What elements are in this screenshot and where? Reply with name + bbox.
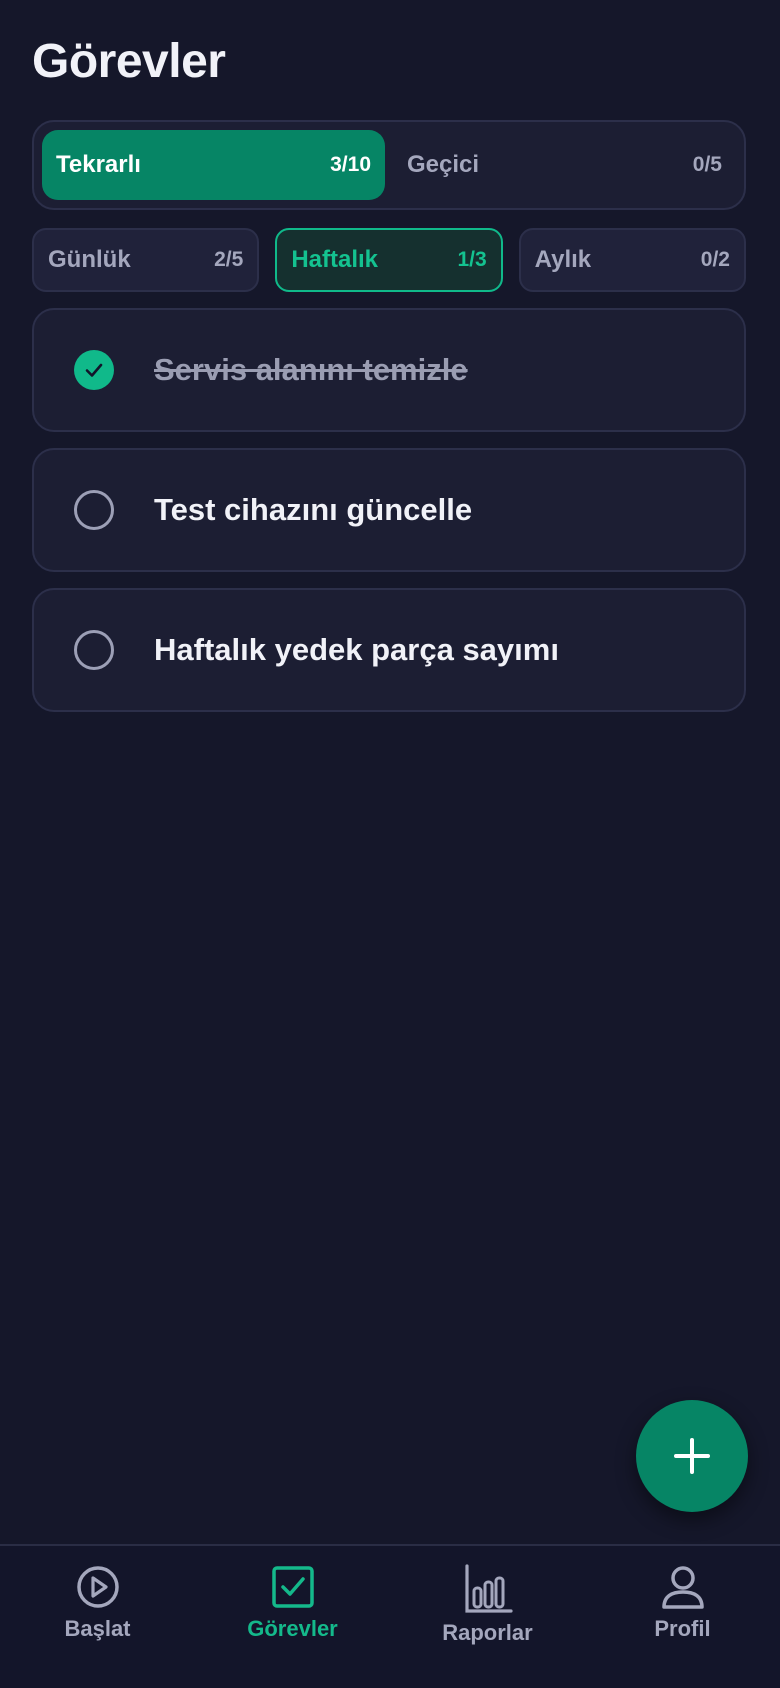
checkbox-icon <box>271 1566 314 1608</box>
task-type-tabs: Tekrarlı 3/10 Geçici 0/5 <box>32 120 746 210</box>
task-item[interactable]: Test cihazını güncelle <box>32 448 746 572</box>
play-circle-icon <box>76 1566 119 1608</box>
tab-count: 0/5 <box>692 153 722 176</box>
nav-item-tasks[interactable]: Görevler <box>195 1546 390 1688</box>
tab-label: Aylık <box>534 246 592 273</box>
unchecked-circle-icon[interactable] <box>74 630 114 670</box>
user-icon <box>661 1566 704 1609</box>
unchecked-circle-icon[interactable] <box>74 490 114 530</box>
checked-circle-icon[interactable] <box>74 350 114 390</box>
add-task-button[interactable] <box>636 1400 748 1512</box>
nav-label: Raporlar <box>442 1620 533 1645</box>
bottom-nav: Başlat Görevler Raporlar Profil <box>0 1544 780 1688</box>
task-title: Servis alanını temizle <box>154 352 468 387</box>
tab-label: Tekrarlı <box>56 151 141 178</box>
task-title: Haftalık yedek parça sayımı <box>154 632 559 667</box>
page-title: Görevler <box>32 35 226 88</box>
nav-label: Başlat <box>64 1616 131 1641</box>
nav-label: Profil <box>654 1616 711 1641</box>
tab-label: Haftalık <box>291 246 379 273</box>
task-title: Test cihazını güncelle <box>154 492 473 527</box>
tab-monthly[interactable]: Aylık 0/2 <box>518 228 746 292</box>
bar-chart-icon <box>464 1564 513 1613</box>
tab-label: Geçici <box>407 151 480 178</box>
tab-daily[interactable]: Günlük 2/5 <box>32 228 260 292</box>
tasks-screen: Görevler Tekrarlı 3/10 Geçici 0/5 Günlük… <box>0 0 780 1688</box>
tab-count: 2/5 <box>214 248 244 271</box>
nav-item-start[interactable]: Başlat <box>0 1546 195 1688</box>
nav-label: Görevler <box>247 1616 338 1641</box>
nav-item-reports[interactable]: Raporlar <box>390 1546 585 1688</box>
nav-item-profile[interactable]: Profil <box>585 1546 780 1688</box>
tab-count: 1/3 <box>457 248 487 271</box>
tab-count: 0/2 <box>700 248 730 271</box>
tab-weekly[interactable]: Haftalık 1/3 <box>275 228 503 292</box>
checkmark-icon <box>85 363 103 377</box>
plus-icon <box>674 1438 710 1474</box>
period-tabs: Günlük 2/5 Haftalık 1/3 Aylık 0/2 <box>32 228 746 292</box>
tab-temporary[interactable]: Geçici 0/5 <box>393 130 736 200</box>
tab-recurring[interactable]: Tekrarlı 3/10 <box>42 130 385 200</box>
tab-label: Günlük <box>48 246 131 273</box>
tab-count: 3/10 <box>330 153 371 176</box>
task-list: Servis alanını temizle Test cihazını gün… <box>32 308 746 728</box>
task-item[interactable]: Haftalık yedek parça sayımı <box>32 588 746 712</box>
task-item[interactable]: Servis alanını temizle <box>32 308 746 432</box>
